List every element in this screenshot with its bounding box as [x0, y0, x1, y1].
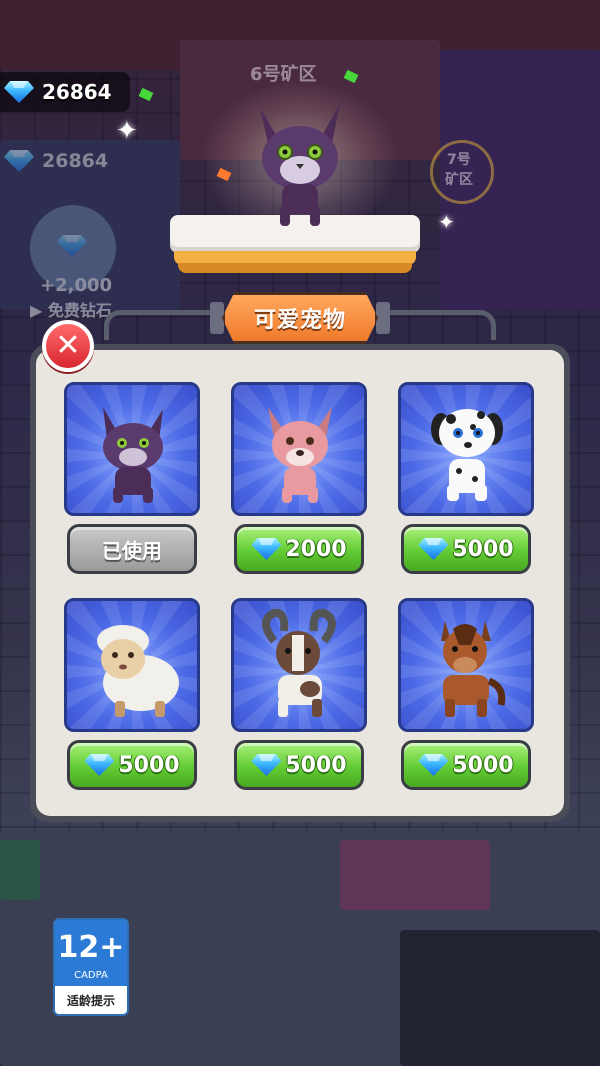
gem-icon — [418, 538, 449, 560]
pet-card-horse[interactable] — [398, 598, 534, 732]
buy-button-pink-dog[interactable]: 2000 — [234, 524, 364, 574]
close-button[interactable]: ✕ — [42, 320, 94, 372]
gem-icon — [418, 754, 449, 776]
sparkle-icon: ✦ — [438, 210, 455, 234]
gem-icon — [4, 150, 34, 172]
buy-button-sheep[interactable]: 5000 — [67, 740, 197, 790]
age-rating-tip: 适龄提示 — [66, 994, 115, 1008]
pink-dog-icon — [268, 407, 332, 503]
free-gems-label-text: 免费钻石 — [47, 301, 112, 320]
sheep-icon — [97, 625, 179, 717]
gem-amount: 26864 — [42, 80, 112, 104]
pet-used-label: 已使用 — [102, 538, 162, 563]
gem-icon — [251, 538, 282, 560]
free-gems-amount: +2,000 — [40, 275, 113, 296]
buy-button-dalmatian[interactable]: 5000 — [401, 524, 531, 574]
pet-used-button[interactable]: 已使用 — [67, 524, 197, 574]
zone-7-label-line2: 矿区 — [445, 172, 473, 188]
sparkle-icon: ✦ — [116, 116, 138, 146]
zone-7-marker: 7号 矿区 — [430, 140, 494, 204]
pet-card-purple-cat[interactable] — [64, 382, 200, 516]
goat-icon — [262, 608, 336, 717]
age-rating-badge: 12+ CADPA 适龄提示 — [53, 918, 129, 1016]
pet-card-pink-dog[interactable] — [231, 382, 367, 516]
pet-card-sheep[interactable] — [64, 598, 200, 732]
price-label: 5000 — [452, 752, 514, 778]
panel-title-plate: 可爱宠物 — [222, 292, 378, 344]
price-label: 5000 — [118, 752, 180, 778]
buy-button-horse[interactable]: 5000 — [401, 740, 531, 790]
panel-rail-left — [104, 310, 224, 340]
gem-counter: 26864 — [0, 72, 130, 112]
panel-rail-right — [376, 310, 496, 340]
buy-button-goat[interactable]: 5000 — [234, 740, 364, 790]
price-label: 2000 — [285, 536, 347, 562]
gem-counter-ghost: 26864 — [0, 143, 125, 179]
close-icon: ✕ — [55, 328, 81, 363]
age-rating-org: CADPA — [74, 970, 108, 981]
gem-icon — [4, 81, 34, 103]
gem-icon — [251, 754, 282, 776]
free-gems-label: ▶ 免费钻石 — [30, 301, 112, 320]
price-label: 5000 — [452, 536, 514, 562]
title-cap-right — [376, 302, 390, 334]
gem-icon — [84, 754, 115, 776]
free-gems-button[interactable]: +2,000 ▶ 免费钻石 — [26, 205, 146, 325]
panel-title: 可爱宠物 — [253, 308, 346, 333]
featured-pet-cat — [260, 103, 340, 226]
price-label: 5000 — [285, 752, 347, 778]
dalmatian-icon — [431, 409, 503, 501]
age-rating-number: 12+ — [57, 930, 125, 965]
zone-7-label-line1: 7号 — [447, 152, 471, 168]
pet-card-dalmatian[interactable] — [398, 382, 534, 516]
title-cap-left — [210, 302, 224, 334]
horse-icon — [441, 621, 506, 717]
purple-cat-icon — [103, 407, 163, 503]
gem-amount-ghost: 26864 — [42, 150, 109, 172]
pet-card-goat[interactable] — [231, 598, 367, 732]
